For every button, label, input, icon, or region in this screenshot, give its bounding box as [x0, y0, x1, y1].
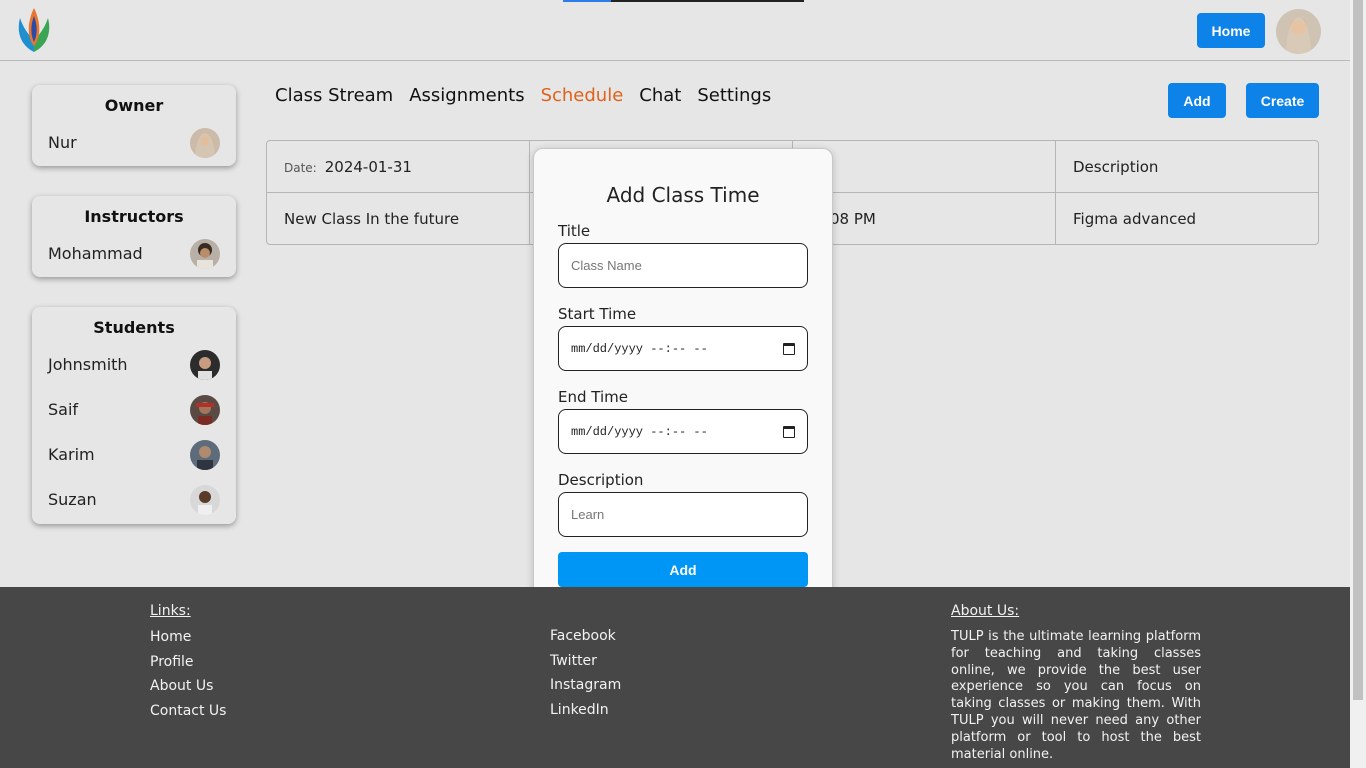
top-header: Home — [0, 0, 1350, 61]
instructor-item[interactable]: Mohammad — [32, 232, 236, 277]
avatar — [190, 395, 220, 425]
end-time-input[interactable]: mm/dd/yyyy --:-- -- — [558, 409, 808, 454]
footer-link-facebook[interactable]: Facebook — [550, 628, 621, 653]
owner-item[interactable]: Nur — [32, 121, 236, 166]
loading-bar — [563, 0, 804, 2]
footer-link-contact[interactable]: Contact Us — [150, 703, 226, 728]
avatar — [190, 128, 220, 158]
footer-link-about[interactable]: About Us — [150, 678, 226, 703]
tab-settings[interactable]: Settings — [697, 85, 771, 106]
tab-assignments[interactable]: Assignments — [409, 85, 524, 106]
instructors-title: Instructors — [84, 207, 184, 226]
date-label: Date: — [284, 161, 317, 175]
about-text: TULP is the ultimate learning platform f… — [951, 629, 1201, 762]
footer-links: Links: Home Profile About Us Contact Us — [150, 603, 226, 727]
date-value: 2024-01-31 — [324, 158, 412, 176]
avatar — [190, 350, 220, 380]
student-item[interactable]: Suzan — [32, 478, 236, 523]
end-time-label: End Time — [558, 388, 628, 406]
tulp-logo[interactable] — [14, 6, 54, 54]
footer-link-instagram[interactable]: Instagram — [550, 677, 621, 702]
footer-link-home[interactable]: Home — [150, 629, 226, 654]
avatar — [190, 239, 220, 269]
member-name: Johnsmith — [48, 355, 128, 374]
footer-link-profile[interactable]: Profile — [150, 654, 226, 679]
class-title-cell: New Class In the future — [267, 193, 530, 245]
students-title: Students — [93, 318, 175, 337]
class-name-input[interactable]: Class Name — [558, 243, 808, 288]
member-name: Karim — [48, 445, 95, 464]
page-footer: Links: Home Profile About Us Contact Us … — [0, 587, 1350, 768]
tab-schedule[interactable]: Schedule — [541, 85, 624, 106]
student-item[interactable]: Saif — [32, 388, 236, 433]
home-button[interactable]: Home — [1197, 13, 1265, 48]
member-name: Saif — [48, 400, 79, 419]
member-name: Mohammad — [48, 244, 143, 263]
add-button[interactable]: Add — [1168, 83, 1226, 118]
tab-class-stream[interactable]: Class Stream — [275, 85, 393, 106]
start-time-label: Start Time — [558, 305, 637, 323]
description-label: Description — [558, 471, 644, 489]
links-heading: Links: — [150, 603, 191, 619]
student-item[interactable]: Karim — [32, 433, 236, 478]
member-name: Suzan — [48, 490, 97, 509]
avatar — [190, 440, 220, 470]
description-cell: Figma advanced — [1073, 210, 1197, 228]
owner-title: Owner — [104, 96, 164, 115]
students-card: Students Johnsmith Saif Karim Suzan — [32, 307, 236, 524]
footer-link-linkedin[interactable]: LinkedIn — [550, 702, 621, 727]
start-time-input[interactable]: mm/dd/yyyy --:-- -- — [558, 326, 808, 371]
owner-card: Owner Nur — [32, 85, 236, 166]
add-class-time-modal: Add Class Time Title Class Name Start Ti… — [533, 148, 833, 620]
user-avatar[interactable] — [1276, 9, 1321, 54]
calendar-icon[interactable] — [783, 342, 795, 355]
date-cell: Date: 2024-01-31 — [267, 141, 530, 193]
create-button[interactable]: Create — [1246, 83, 1319, 118]
instructors-card: Instructors Mohammad — [32, 196, 236, 277]
description-header: Description — [1073, 158, 1159, 176]
submit-add-button[interactable]: Add — [558, 552, 808, 587]
description-input[interactable]: Learn — [558, 492, 808, 537]
member-name: Nur — [48, 133, 77, 152]
avatar — [190, 485, 220, 515]
scrollbar-thumb[interactable] — [1353, 0, 1363, 700]
student-item[interactable]: Johnsmith — [32, 343, 236, 388]
start-time-value: mm/dd/yyyy --:-- -- — [571, 341, 708, 356]
footer-social: Facebook Twitter Instagram LinkedIn — [550, 628, 621, 726]
about-heading: About Us: — [951, 603, 1020, 619]
end-time-value: mm/dd/yyyy --:-- -- — [571, 424, 708, 439]
calendar-icon[interactable] — [783, 425, 795, 438]
footer-about: About Us: TULP is the ultimate learning … — [951, 603, 1201, 763]
tab-chat[interactable]: Chat — [639, 85, 681, 106]
modal-title: Add Class Time — [606, 183, 760, 207]
title-label: Title — [558, 222, 591, 240]
footer-link-twitter[interactable]: Twitter — [550, 653, 621, 678]
class-tabs: Class Stream Assignments Schedule Chat S… — [275, 85, 771, 106]
